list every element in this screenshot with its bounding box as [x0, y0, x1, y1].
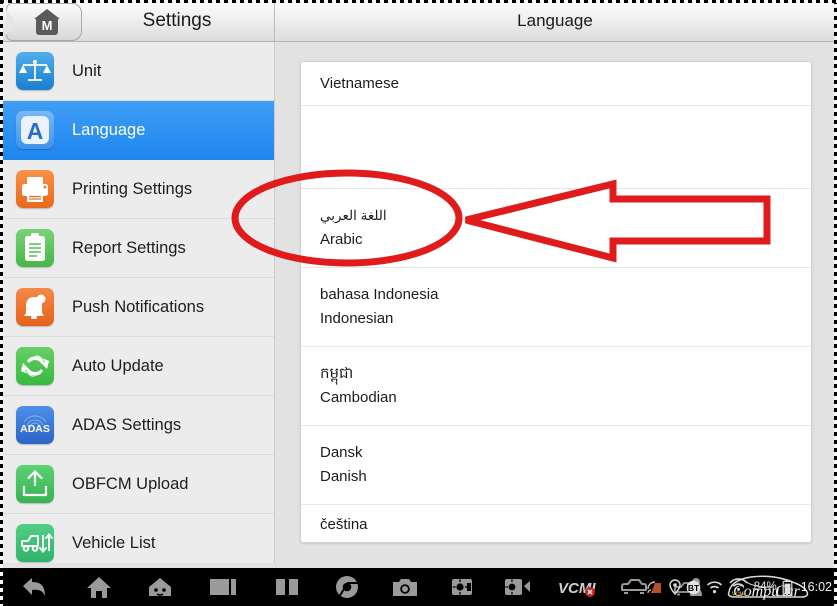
list-item[interactable]: bahasa Indonesia Indonesian [301, 268, 811, 347]
list-item[interactable]: čeština [301, 505, 811, 542]
bluetooth-bt-icon[interactable]: BT [686, 580, 701, 595]
screenshot-icon[interactable] [433, 568, 490, 606]
sidebar-item-label: Report Settings [72, 238, 186, 257]
sidebar-item-label: Language [72, 120, 146, 139]
battery-percent-label: 84% [753, 581, 777, 593]
list-item[interactable]: កម្ពុជា Cambodian [301, 347, 811, 426]
language-name-native: čeština [320, 515, 368, 533]
letter-a-icon: A [16, 111, 54, 149]
sidebar-item-obfcm-upload[interactable]: OBFCM Upload [3, 455, 274, 514]
recent-apps-icon[interactable] [190, 568, 256, 606]
list-item-arabic[interactable]: اللغة العربي Arabic [301, 189, 811, 268]
sidebar-item-auto-update[interactable]: Auto Update [3, 337, 274, 396]
tablet-screen: M Settings Language Unit A Language Prin… [0, 0, 837, 606]
title-bar: M Settings Language [0, 0, 837, 42]
home-back-button[interactable]: M [6, 3, 82, 41]
page-title: Language [517, 11, 593, 30]
android-navigation-bar[interactable]: VCMI Compu Car [0, 568, 837, 606]
home-icon[interactable] [68, 568, 130, 606]
cast-icon[interactable] [646, 580, 664, 595]
sidebar-item-report-settings[interactable]: Report Settings [3, 219, 274, 278]
sidebar-item-printing-settings[interactable]: Printing Settings [3, 160, 274, 219]
bell-icon [16, 288, 54, 326]
split-screen-icon[interactable] [256, 568, 318, 606]
chrome-browser-icon[interactable] [318, 568, 376, 606]
printer-icon [16, 170, 54, 208]
svg-text:ADAS: ADAS [20, 423, 50, 435]
clock-label: 16:02 [800, 580, 832, 594]
refresh-arrows-icon [16, 347, 54, 385]
home-button-letter: M [41, 18, 53, 33]
sidebar-item-language[interactable]: A Language [3, 101, 274, 160]
sidebar-item-label: Push Notifications [72, 297, 205, 316]
language-name-english: Danish [320, 468, 367, 485]
sidebar-item-label: Vehicle List [72, 533, 156, 552]
svg-text:BT: BT [688, 583, 700, 593]
sidebar-item-label: ADAS Settings [72, 415, 182, 434]
language-name-english: Arabic [320, 231, 363, 248]
upload-tray-icon [16, 465, 54, 503]
battery-icon [782, 579, 793, 596]
vcmi-wifi-icon[interactable]: VCMI [728, 578, 749, 596]
svg-text:VCMI: VCMI [731, 592, 745, 597]
display-capture-icon[interactable] [490, 568, 546, 606]
language-name-english: Cambodian [320, 389, 397, 406]
svg-text:A: A [27, 118, 44, 144]
location-pin-icon[interactable] [668, 579, 681, 595]
language-name-english: Indonesian [320, 310, 394, 327]
camera-icon[interactable] [376, 568, 433, 606]
sidebar-item-adas-settings[interactable]: ADAS ADAS Settings [3, 396, 274, 455]
list-item[interactable]: Vietnamese [301, 62, 811, 106]
list-item[interactable] [301, 106, 811, 189]
sidebar-item-label: Auto Update [72, 356, 164, 375]
vehicle-list-icon [16, 524, 54, 562]
sidebar-item-label: Printing Settings [72, 179, 193, 198]
language-list-card[interactable]: Vietnamese اللغة العربي Arabic bahasa In… [300, 61, 812, 543]
vcmi-icon[interactable]: VCMI [546, 568, 606, 606]
settings-title: Settings [142, 10, 212, 31]
wifi-icon[interactable] [706, 580, 723, 594]
sidebar-item-unit[interactable]: Unit [3, 42, 274, 101]
sidebar-item-label: Unit [72, 61, 102, 80]
android-home-icon[interactable] [130, 568, 190, 606]
language-name-native: bahasa Indonesia [320, 286, 439, 303]
sidebar-item-push-notifications[interactable]: Push Notifications [3, 278, 274, 337]
language-panel: Vietnamese اللغة العربي Arabic bahasa In… [276, 42, 834, 563]
status-tray: BT VCMI 84% 16:02 [646, 568, 832, 606]
sidebar-item-vehicle-list[interactable]: Vehicle List [3, 514, 274, 563]
settings-sidebar[interactable]: Unit A Language Printing Settings Report… [3, 42, 275, 563]
language-name-native: اللغة العربي [320, 208, 387, 223]
house-m-icon: M [33, 9, 61, 35]
back-icon[interactable] [0, 568, 68, 606]
clipboard-icon [16, 229, 54, 267]
language-name-native: កម្ពុជា [320, 365, 354, 382]
language-name-english: Vietnamese [320, 74, 399, 92]
list-item[interactable]: Dansk Danish [301, 426, 811, 505]
adas-icon: ADAS [16, 406, 54, 444]
sidebar-item-label: OBFCM Upload [72, 474, 189, 493]
language-name-native: Dansk [320, 444, 363, 461]
balance-scale-icon [16, 52, 54, 90]
